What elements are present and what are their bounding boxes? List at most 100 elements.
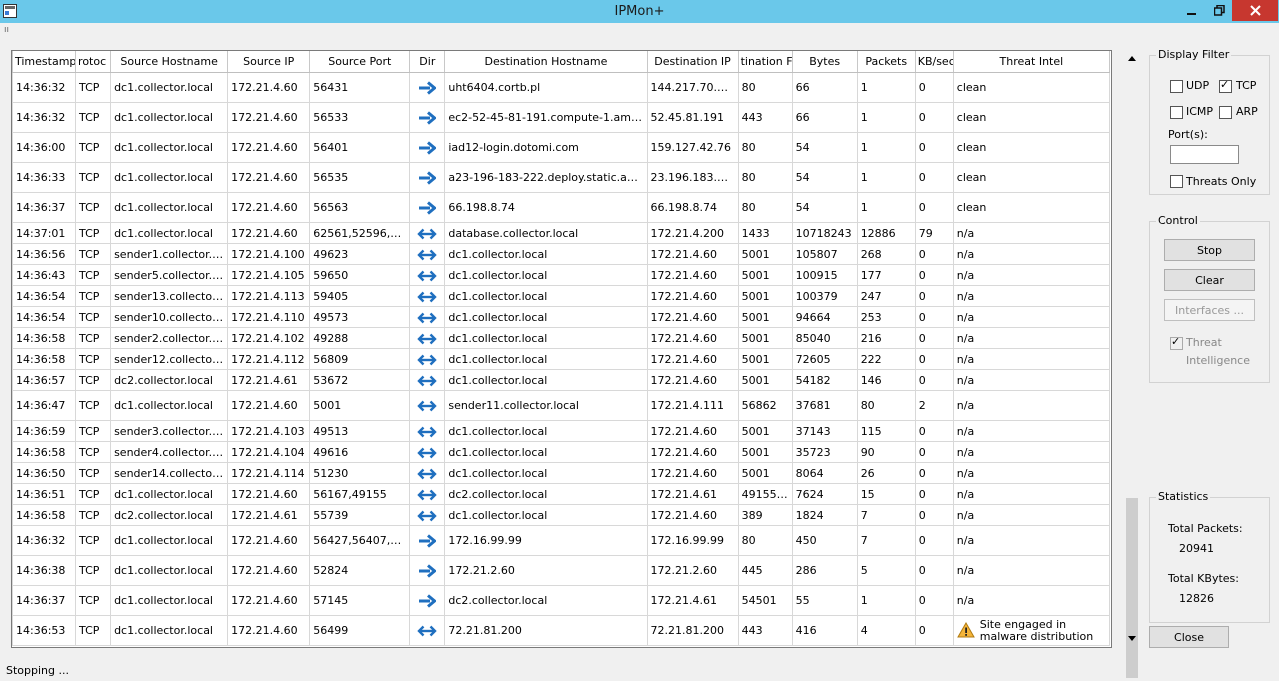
col-header-source-ip[interactable]: Source IP bbox=[227, 51, 311, 73]
table-row[interactable]: 14:36:50 TCP sender14.collector.l... 172.21… bbox=[12, 462, 1111, 484]
col-header-threat-intel[interactable]: Threat Intel bbox=[952, 51, 1111, 73]
cell-threat-intel: clean bbox=[952, 162, 1111, 193]
cell-destination-port: 5001 bbox=[737, 306, 793, 328]
cell-protocol: TCP bbox=[75, 369, 112, 391]
ports-input[interactable] bbox=[1170, 145, 1239, 164]
arrow-bidirectional-icon bbox=[417, 249, 438, 260]
table-row[interactable]: 14:36:57 TCP dc2.collector.local 172.21.4.6… bbox=[12, 369, 1111, 391]
cell-kbsec: 0 bbox=[914, 615, 954, 646]
table-row[interactable]: 14:36:51 TCP dc1.collector.local 172.21.4.6… bbox=[12, 483, 1111, 505]
cell-packets: 7 bbox=[856, 525, 916, 556]
table-row[interactable]: 14:36:00 TCP dc1.collector.local 172.21.4.6… bbox=[12, 132, 1111, 163]
cell-timestamp: 14:36:50 bbox=[12, 462, 77, 484]
table-row[interactable]: 14:36:32 TCP dc1.collector.local 172.21.4.6… bbox=[12, 525, 1111, 556]
scroll-down-button[interactable] bbox=[1124, 630, 1140, 646]
table-row[interactable]: 14:36:54 TCP sender13.collector.l... 172.21… bbox=[12, 285, 1111, 307]
table-row[interactable]: 14:36:58 TCP sender4.collector.l... 172.21.… bbox=[12, 441, 1111, 463]
cell-timestamp: 14:36:54 bbox=[12, 306, 77, 328]
cell-source-ip: 172.21.4.61 bbox=[227, 369, 311, 391]
stop-button[interactable]: Stop bbox=[1164, 239, 1255, 261]
cell-bytes: 54 bbox=[791, 192, 858, 223]
cell-packets: 115 bbox=[856, 420, 916, 442]
threat-text: Site engaged in malware distribution bbox=[979, 617, 1094, 643]
col-header-destination-hostname[interactable]: Destination Hostname bbox=[444, 51, 648, 73]
cell-destination-ip: 172.21.4.60 bbox=[646, 462, 739, 484]
table-row[interactable]: 14:36:32 TCP dc1.collector.local 172.21.4.6… bbox=[12, 102, 1111, 133]
table-row[interactable]: 14:36:56 TCP sender1.collector.l... 172.21.… bbox=[12, 243, 1111, 265]
cell-source-ip: 172.21.4.103 bbox=[227, 420, 311, 442]
table-row[interactable]: 14:36:59 TCP sender3.collector.l... 172.21.… bbox=[12, 420, 1111, 442]
table-row[interactable]: 14:36:47 TCP dc1.collector.local 172.21.4.6… bbox=[12, 390, 1111, 421]
cell-packets: 216 bbox=[856, 327, 916, 349]
udp-checkbox[interactable] bbox=[1170, 80, 1183, 93]
table-row[interactable]: 14:36:58 TCP sender2.collector.l... 172.21.… bbox=[12, 327, 1111, 349]
cell-destination-hostname: 72.21.81.200 bbox=[444, 615, 648, 646]
arp-checkbox[interactable] bbox=[1219, 106, 1232, 119]
minimize-button[interactable] bbox=[1178, 0, 1206, 21]
toolbar-grip[interactable]: ıı bbox=[4, 25, 9, 35]
threats-only-checkbox[interactable] bbox=[1170, 175, 1183, 188]
cell-bytes: 54 bbox=[791, 162, 858, 193]
table-row[interactable]: 14:36:37 TCP dc1.collector.local 172.21.4.6… bbox=[12, 192, 1111, 223]
cell-source-ip: 172.21.4.113 bbox=[227, 285, 311, 307]
title-bar: IPMon+ bbox=[0, 0, 1279, 23]
cell-destination-ip: 172.16.99.99 bbox=[646, 525, 739, 556]
cell-timestamp: 14:37:01 bbox=[12, 222, 77, 244]
table-row[interactable]: 14:36:38 TCP dc1.collector.local 172.21.4.6… bbox=[12, 555, 1111, 586]
cell-destination-hostname: 172.16.99.99 bbox=[444, 525, 648, 556]
cell-threat-intel: clean bbox=[952, 72, 1111, 103]
close-button[interactable]: Close bbox=[1149, 626, 1229, 648]
table-row[interactable]: 14:36:58 TCP dc2.collector.local 172.21.4.6… bbox=[12, 504, 1111, 526]
cell-destination-port: 80 bbox=[737, 525, 793, 556]
cell-destination-port: 80 bbox=[737, 72, 793, 103]
col-header-dir[interactable]: Dir bbox=[409, 51, 446, 73]
table-row[interactable]: 14:36:43 TCP sender5.collector.l... 172.21.… bbox=[12, 264, 1111, 286]
table-row[interactable]: 14:36:53 TCP dc1.collector.local 172.21.4.6… bbox=[12, 615, 1111, 646]
cell-destination-ip: 172.21.4.60 bbox=[646, 504, 739, 526]
cell-protocol: TCP bbox=[75, 285, 112, 307]
cell-destination-ip: 172.21.4.111 bbox=[646, 390, 739, 421]
restore-icon bbox=[1213, 5, 1225, 16]
restore-button[interactable] bbox=[1205, 0, 1233, 21]
scroll-thumb[interactable] bbox=[1126, 498, 1138, 678]
col-header-destination-port[interactable]: tination F bbox=[737, 51, 793, 73]
cell-source-hostname: sender13.collector.l... bbox=[110, 285, 229, 307]
col-header-source-port[interactable]: Source Port bbox=[309, 51, 411, 73]
cell-source-port: 59405 bbox=[309, 285, 411, 307]
cell-bytes: 72605 bbox=[791, 348, 858, 370]
clear-button[interactable]: Clear bbox=[1164, 269, 1255, 291]
col-header-kbsec[interactable]: KB/sec bbox=[914, 51, 954, 73]
table-row[interactable]: 14:37:01 TCP dc1.collector.local 172.21.4.6… bbox=[12, 222, 1111, 244]
threat-intelligence-checkbox[interactable] bbox=[1170, 335, 1183, 350]
table-row[interactable]: 14:36:54 TCP sender10.collector.l... 172.21… bbox=[12, 306, 1111, 328]
scroll-up-button[interactable] bbox=[1124, 50, 1140, 66]
table-row[interactable]: 14:36:37 TCP dc1.collector.local 172.21.4.6… bbox=[12, 585, 1111, 616]
col-header-bytes[interactable]: Bytes bbox=[791, 51, 858, 73]
cell-destination-port: 5001 bbox=[737, 264, 793, 286]
cell-kbsec: 0 bbox=[914, 192, 954, 223]
interfaces-button[interactable]: Interfaces ... bbox=[1164, 299, 1255, 321]
cell-packets: 253 bbox=[856, 306, 916, 328]
close-window-button[interactable] bbox=[1232, 0, 1278, 21]
arp-label: ARP bbox=[1236, 105, 1258, 118]
tcp-checkbox[interactable] bbox=[1219, 78, 1232, 93]
cell-destination-ip: 172.21.2.60 bbox=[646, 555, 739, 586]
col-header-source-hostname[interactable]: Source Hostname bbox=[110, 51, 229, 73]
table-row[interactable]: 14:36:32 TCP dc1.collector.local 172.21.4.6… bbox=[12, 72, 1111, 103]
total-packets-label: Total Packets: bbox=[1168, 522, 1243, 535]
grid-scrollbar[interactable] bbox=[1124, 50, 1140, 678]
table-row[interactable]: 14:36:33 TCP dc1.collector.local 172.21.4.6… bbox=[12, 162, 1111, 193]
col-header-protocol[interactable]: rotoc bbox=[75, 51, 112, 73]
cell-source-hostname: sender2.collector.l... bbox=[110, 327, 229, 349]
icmp-checkbox[interactable] bbox=[1170, 106, 1183, 119]
cell-timestamp: 14:36:58 bbox=[12, 441, 77, 463]
cell-destination-hostname: 172.21.2.60 bbox=[444, 555, 648, 586]
col-header-destination-ip[interactable]: Destination IP bbox=[646, 51, 739, 73]
cell-destination-hostname: dc1.collector.local bbox=[444, 462, 648, 484]
cell-destination-hostname: dc1.collector.local bbox=[444, 369, 648, 391]
connections-grid[interactable]: Timestamp rotoc Source Hostname Source I… bbox=[11, 50, 1112, 648]
table-row[interactable]: 14:36:58 TCP sender12.collector.l... 172.21… bbox=[12, 348, 1111, 370]
col-header-packets[interactable]: Packets bbox=[856, 51, 916, 73]
cell-kbsec: 0 bbox=[914, 555, 954, 586]
col-header-timestamp[interactable]: Timestamp bbox=[12, 51, 77, 73]
